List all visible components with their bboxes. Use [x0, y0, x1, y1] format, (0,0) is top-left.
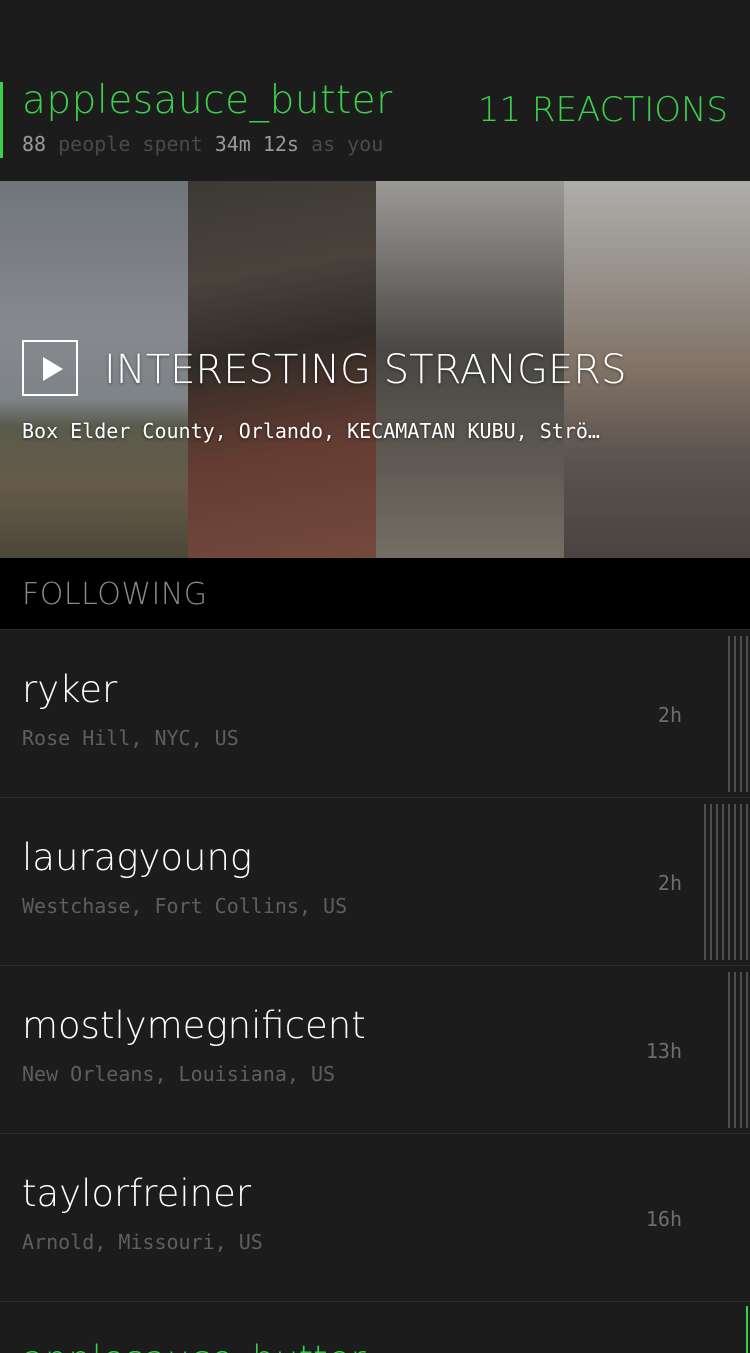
- reaction-stack: [704, 804, 748, 960]
- reaction-stack: [728, 972, 748, 1128]
- reaction-stack-line: [740, 804, 742, 960]
- reaction-stack-line: [740, 972, 742, 1128]
- profile-accent-bar: [0, 82, 3, 158]
- following-row[interactable]: mostlymegnificent New Orleans, Louisiana…: [0, 966, 750, 1134]
- following-username: lauragyoung: [22, 836, 253, 879]
- following-row[interactable]: lauragyoung Westchase, Fort Collins, US …: [0, 798, 750, 966]
- profile-stats: 88 people spent 34m 12s as you: [22, 132, 383, 156]
- reaction-stack-line: [740, 636, 742, 792]
- reaction-stack-line: [728, 804, 730, 960]
- reaction-stack-line: [722, 804, 724, 960]
- following-time: 2h: [657, 703, 682, 727]
- reactions-count[interactable]: 11 REACTIONS: [478, 90, 728, 130]
- reaction-stack-line: [746, 972, 748, 1128]
- following-row-partial[interactable]: applesauce_butter: [0, 1302, 750, 1353]
- play-button[interactable]: [22, 340, 78, 396]
- profile-header[interactable]: applesauce_butter 88 people spent 34m 12…: [0, 60, 750, 181]
- reaction-stack-line: [728, 972, 730, 1128]
- following-row[interactable]: ryker Rose Hill, NYC, US 2h: [0, 630, 750, 798]
- strangers-title: INTERESTING STRANGERS: [104, 347, 627, 393]
- following-section-header: FOLLOWING: [0, 558, 750, 630]
- following-location: Westchase, Fort Collins, US: [22, 894, 348, 918]
- stat-count: 88: [22, 132, 47, 156]
- reaction-stack-line: [728, 636, 730, 792]
- reaction-stack-line: [746, 804, 748, 960]
- following-location: Rose Hill, NYC, US: [22, 726, 239, 750]
- following-time: 16h: [645, 1207, 682, 1231]
- reaction-stack-line: [746, 1306, 748, 1353]
- reaction-stack-line: [704, 804, 706, 960]
- following-username: ryker: [22, 668, 118, 711]
- following-username: mostlymegnificent: [22, 1004, 366, 1047]
- stat-duration: 34m 12s: [214, 132, 299, 156]
- reaction-stack-line: [746, 636, 748, 792]
- stat-people-spent: people spent: [58, 132, 203, 156]
- stat-as-you: as you: [311, 132, 384, 156]
- strangers-places: Box Elder County, Orlando, KECAMATAN KUB…: [22, 419, 600, 443]
- following-list: ryker Rose Hill, NYC, US 2h lauragyoung …: [0, 630, 750, 1302]
- reaction-stack-line: [734, 804, 736, 960]
- reaction-stack-line: [716, 804, 718, 960]
- reaction-stack-line: [734, 636, 736, 792]
- following-username: applesauce_butter: [22, 1338, 366, 1353]
- following-username: taylorfreiner: [22, 1172, 252, 1215]
- status-bar: [0, 0, 750, 60]
- reaction-stack-line: [710, 804, 712, 960]
- play-icon: [43, 357, 63, 381]
- profile-username[interactable]: applesauce_butter: [22, 78, 393, 123]
- reaction-stack: [728, 636, 748, 792]
- following-time: 2h: [657, 871, 682, 895]
- following-label: FOLLOWING: [22, 577, 208, 612]
- following-location: Arnold, Missouri, US: [22, 1230, 263, 1254]
- interesting-strangers-card[interactable]: INTERESTING STRANGERS Box Elder County, …: [0, 181, 750, 558]
- following-location: New Orleans, Louisiana, US: [22, 1062, 336, 1086]
- following-row[interactable]: taylorfreiner Arnold, Missouri, US 16h: [0, 1134, 750, 1302]
- following-time: 13h: [645, 1039, 682, 1063]
- reaction-stack-line: [734, 972, 736, 1128]
